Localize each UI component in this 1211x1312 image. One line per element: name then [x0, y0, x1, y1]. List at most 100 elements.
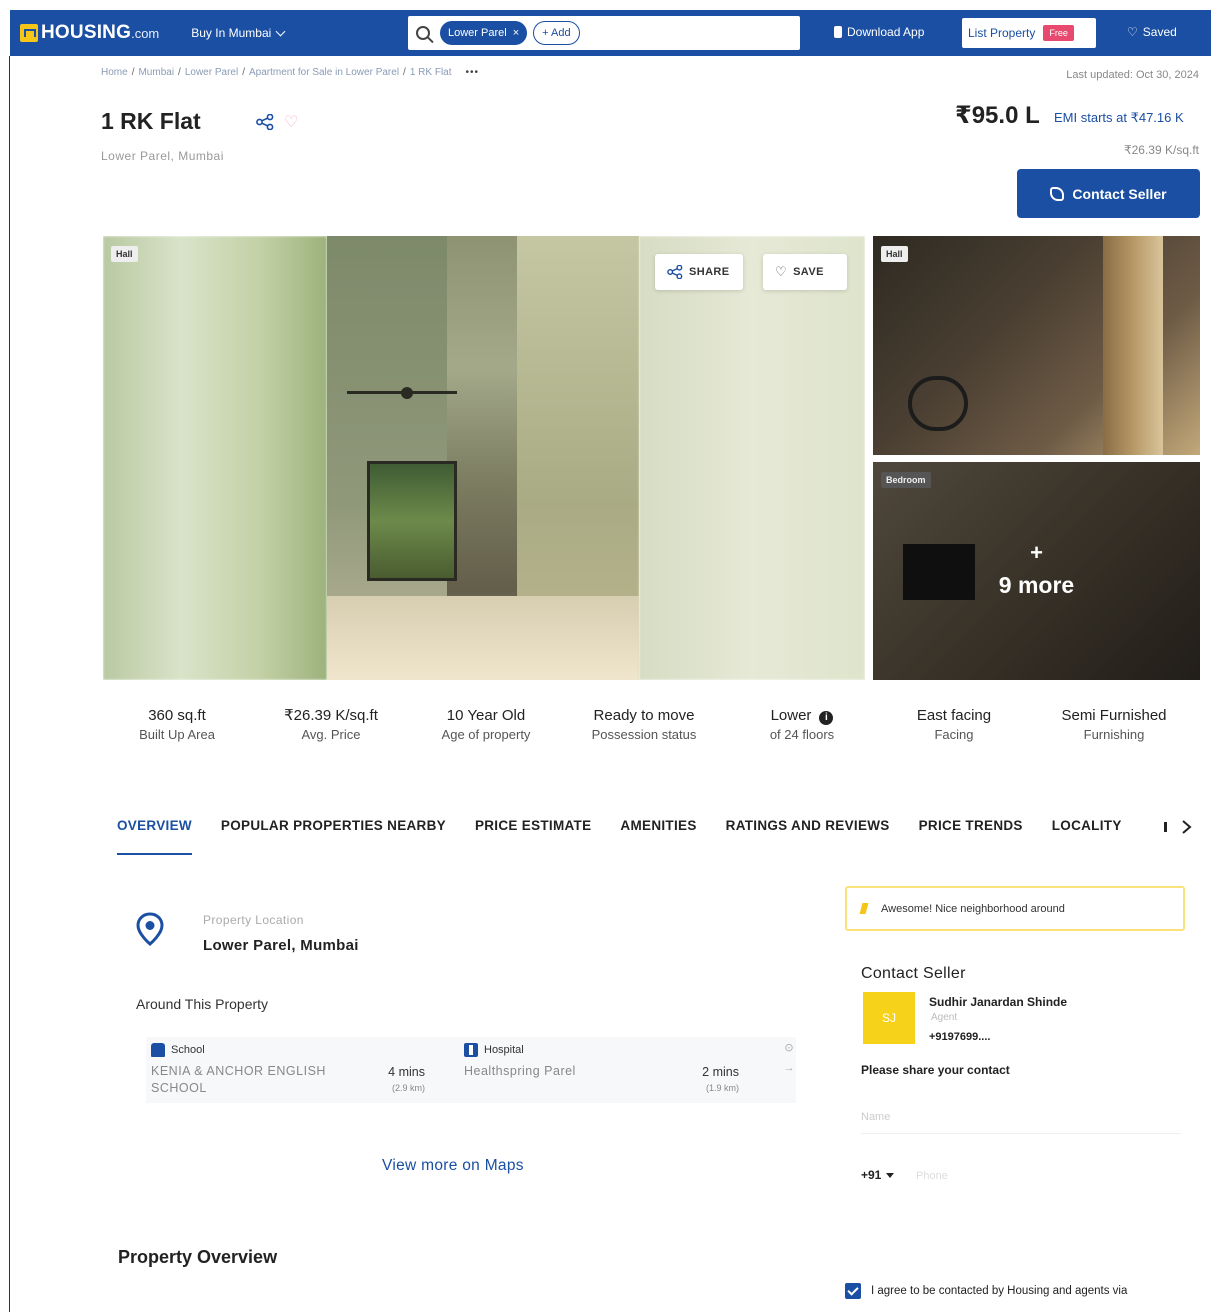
gallery-share-button[interactable]: SHARE: [655, 254, 743, 290]
search-chip-label: Lower Parel: [448, 27, 507, 39]
phone-call-icon: [1050, 186, 1065, 201]
tab-price-trends[interactable]: PRICE TRENDS: [919, 818, 1023, 855]
tab-overview[interactable]: OVERVIEW: [117, 818, 192, 855]
view-more-on-maps-link[interactable]: View more on Maps: [382, 1157, 524, 1175]
chevron-right-icon[interactable]: [1180, 820, 1192, 834]
photo-tag: Hall: [111, 246, 138, 262]
listing-location: Lower Parel, Mumbai: [101, 149, 224, 163]
tab-price-estimate[interactable]: PRICE ESTIMATE: [475, 818, 591, 855]
heart-icon: ♡: [775, 264, 788, 279]
close-icon[interactable]: ×: [513, 27, 519, 39]
agree-text: I agree to be contacted by Housing and a…: [871, 1285, 1128, 1297]
breadcrumb-item[interactable]: 1 RK Flat: [410, 67, 452, 78]
add-locality-chip[interactable]: + Add: [533, 21, 580, 45]
ceiling-fan-shape: [347, 387, 457, 399]
arrow-right-icon: →: [783, 1062, 795, 1074]
stat-age-of-property: 10 Year Old Age of property: [441, 707, 531, 742]
stat-possession-status: Ready to move Possession status: [591, 707, 697, 742]
page-frame-line: [9, 56, 10, 1312]
gallery-main-image[interactable]: Hall SHARE ♡ SAVE: [103, 236, 865, 680]
housing-logo[interactable]: HOUSING .com: [20, 22, 159, 44]
country-code-select[interactable]: +91: [861, 1168, 895, 1182]
stat-avg-price: ₹26.39 K/sq.ft Avg. Price: [284, 707, 378, 742]
gallery-thumbnail-hall[interactable]: Hall: [873, 236, 1200, 455]
gallery-thumbnail-bedroom-more[interactable]: Bedroom + 9 more: [873, 462, 1200, 680]
neighborhood-banner: Awesome! Nice neighborhood around: [845, 886, 1185, 931]
city-buy-dropdown[interactable]: Buy In Mumbai: [191, 26, 286, 40]
stat-built-up-area: 360 sq.ft Built Up Area: [139, 707, 215, 742]
top-navbar: HOUSING .com Buy In Mumbai Lower Parel ×…: [10, 10, 1211, 56]
price-per-sqft: ₹26.39 K/sq.ft: [1123, 143, 1199, 157]
photo-tag: Bedroom: [881, 472, 931, 488]
download-app-link[interactable]: Download App: [834, 25, 924, 39]
breadcrumb-item[interactable]: Mumbai: [138, 67, 174, 78]
download-app-label: Download App: [847, 25, 925, 39]
property-overview-title: Property Overview: [118, 1247, 278, 1267]
chevron-down-icon: [275, 26, 286, 36]
info-icon[interactable]: i: [819, 711, 834, 725]
agent-name: Sudhir Janardan Shinde: [929, 995, 1068, 1009]
nearby-places-card: School KENIA & ANCHOR ENGLISH SCHOOL 4 m…: [146, 1037, 796, 1103]
city-buy-label: Buy In Mumbai: [191, 26, 272, 40]
caret-down-icon: [886, 1172, 895, 1178]
breadcrumb-item[interactable]: Apartment for Sale in Lower Parel: [249, 67, 399, 78]
photo-blurred-right: [639, 236, 865, 680]
avatar: SJ: [863, 992, 915, 1044]
saved-link[interactable]: ♡ Saved: [1127, 25, 1177, 39]
free-badge: Free: [1043, 25, 1074, 41]
nearby-place-name: KENIA & ANCHOR ENGLISH SCHOOL: [151, 1064, 326, 1095]
stat-facing: East facing Facing: [916, 707, 992, 742]
around-property-title: Around This Property: [136, 996, 269, 1012]
gallery-save-label: SAVE: [793, 266, 824, 278]
emi-link[interactable]: EMI starts at ₹47.16 K: [1054, 110, 1184, 126]
tab-ratings-and-reviews[interactable]: RATINGS AND REVIEWS: [726, 818, 890, 855]
nearby-distance: (2.9 km): [391, 1083, 425, 1093]
photo-hall: [327, 236, 639, 680]
contact-seller-label: Contact Seller: [1072, 185, 1167, 202]
breadcrumb-item[interactable]: Home: [101, 67, 128, 78]
last-updated: Last updated: Oct 30, 2024: [1066, 69, 1199, 81]
nearby-distance: (1.9 km): [705, 1083, 739, 1093]
property-location-value: Lower Parel, Mumbai: [203, 937, 359, 954]
nearby-category: School: [171, 1044, 205, 1056]
name-field[interactable]: [861, 1100, 1181, 1134]
nearby-travel-time: 2 mins (1.9 km): [684, 1065, 739, 1093]
breadcrumb-more[interactable]: •••: [466, 67, 480, 78]
list-property-label: List Property: [968, 26, 1036, 40]
plus-icon: +: [1030, 540, 1043, 565]
listing-price: ₹95.0 L: [955, 102, 1040, 129]
section-tabs: OVERVIEW POPULAR PROPERTIES NEARBY PRICE…: [117, 818, 1151, 855]
list-property-button[interactable]: List Property Free: [962, 18, 1096, 48]
agree-consent: I agree to be contacted by Housing and a…: [845, 1283, 1127, 1299]
nearby-scroll-arrows[interactable]: ⊙ →: [782, 1041, 796, 1074]
favorite-heart-icon[interactable]: ♡: [284, 112, 298, 132]
nearby-item-school[interactable]: School KENIA & ANCHOR ENGLISH SCHOOL: [151, 1037, 341, 1097]
property-location-label: Property Location: [203, 913, 304, 927]
nearby-category: Hospital: [484, 1044, 524, 1056]
tab-truncated: [1164, 822, 1167, 832]
search-box[interactable]: Lower Parel × + Add: [408, 16, 800, 50]
tab-popular-properties-nearby[interactable]: POPULAR PROPERTIES NEARBY: [221, 818, 446, 855]
tab-locality[interactable]: LOCALITY: [1052, 818, 1122, 855]
nearby-item-hospital[interactable]: Hospital Healthspring Parel: [464, 1037, 664, 1080]
agent-phone: +9197699....: [929, 1031, 991, 1043]
phone-field[interactable]: [916, 1163, 1180, 1189]
school-icon: [151, 1043, 165, 1057]
page-title: 1 RK Flat: [101, 108, 201, 134]
share-icon[interactable]: [256, 114, 274, 130]
lightning-icon: [859, 903, 869, 914]
stat-furnishing: Semi Furnished Furnishing: [1061, 707, 1167, 742]
search-chip-locality[interactable]: Lower Parel ×: [440, 21, 528, 45]
hospital-icon: [464, 1043, 478, 1057]
agree-checkbox[interactable]: [845, 1283, 861, 1299]
gallery-save-button[interactable]: ♡ SAVE: [763, 254, 847, 290]
stat-floor: Lower i of 24 floors: [769, 707, 835, 742]
neighborhood-banner-text: Awesome! Nice neighborhood around: [881, 902, 1065, 915]
breadcrumb-item[interactable]: Lower Parel: [185, 67, 238, 78]
logo-text: HOUSING: [41, 22, 132, 43]
gallery-share-label: SHARE: [689, 266, 730, 278]
tab-amenities[interactable]: AMENITIES: [620, 818, 696, 855]
mobile-phone-icon: [834, 26, 842, 38]
contact-seller-button[interactable]: Contact Seller: [1017, 169, 1200, 218]
search-icon: [416, 26, 430, 40]
